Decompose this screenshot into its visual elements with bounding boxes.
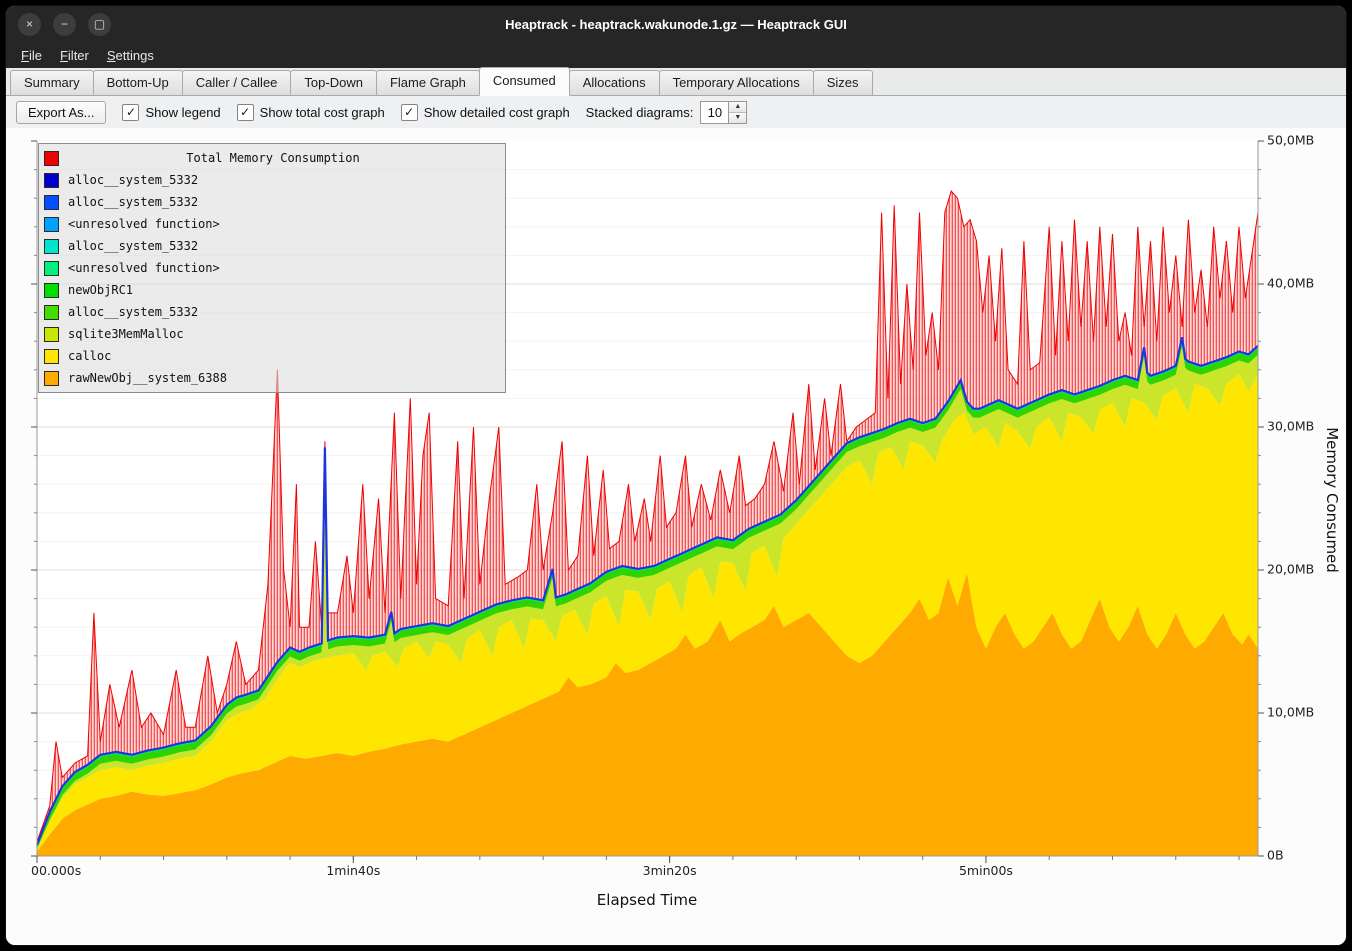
- legend-color-swatch: [44, 195, 59, 210]
- show-legend-checkbox[interactable]: ✓ Show legend: [122, 104, 220, 121]
- legend-entry: <unresolved function>: [44, 257, 500, 279]
- legend-entry: newObjRC1: [44, 279, 500, 301]
- y-tick-label: 30,0MB: [1267, 419, 1314, 434]
- tab-flame-graph[interactable]: Flame Graph: [376, 70, 480, 95]
- legend-color-swatch: [44, 327, 59, 342]
- legend-color-swatch: [44, 305, 59, 320]
- tab-summary[interactable]: Summary: [10, 70, 94, 95]
- legend-color-swatch: [44, 371, 59, 386]
- x-tick-label: 3min20s: [643, 863, 697, 878]
- spinbox-value[interactable]: 10: [700, 101, 729, 124]
- show-total-cost-label: Show total cost graph: [260, 105, 385, 120]
- minimize-icon: −: [61, 18, 68, 30]
- tab-bar: Summary Bottom-Up Caller / Callee Top-Do…: [6, 68, 1346, 96]
- legend-entry: <unresolved function>: [44, 213, 500, 235]
- menu-file[interactable]: File: [12, 45, 51, 66]
- menubar: File Filter Settings: [6, 42, 1346, 68]
- show-detailed-cost-checkbox[interactable]: ✓ Show detailed cost graph: [401, 104, 570, 121]
- legend-color-swatch: [44, 283, 59, 298]
- tab-top-down[interactable]: Top-Down: [290, 70, 377, 95]
- legend-entry: alloc__system_5332: [44, 235, 500, 257]
- tab-caller-callee[interactable]: Caller / Callee: [182, 70, 292, 95]
- chart-legend: Total Memory Consumption alloc__system_53…: [38, 143, 506, 393]
- legend-entry: alloc__system_5332: [44, 301, 500, 323]
- legend-entry-label: <unresolved function>: [68, 261, 220, 275]
- minimize-button[interactable]: −: [53, 13, 76, 36]
- legend-entry-label: alloc__system_5332: [68, 305, 198, 319]
- spinbox-up-icon[interactable]: ▲: [729, 102, 746, 113]
- legend-entry-label: newObjRC1: [68, 283, 133, 297]
- legend-title: Total Memory Consumption: [68, 151, 500, 165]
- legend-entry-label: alloc__system_5332: [68, 239, 198, 253]
- legend-entry: rawNewObj__system_6388: [44, 367, 500, 389]
- legend-entry-label: <unresolved function>: [68, 217, 220, 231]
- legend-entry: sqlite3MemMalloc: [44, 323, 500, 345]
- y-tick-label: 10,0MB: [1267, 705, 1314, 720]
- export-as-button[interactable]: Export As...: [16, 101, 106, 124]
- maximize-icon: ▢: [94, 18, 105, 30]
- menu-filter[interactable]: Filter: [51, 45, 98, 66]
- legend-color-swatch: [44, 349, 59, 364]
- show-legend-label: Show legend: [145, 105, 220, 120]
- legend-entry: alloc__system_5332: [44, 191, 500, 213]
- show-detailed-cost-label: Show detailed cost graph: [424, 105, 570, 120]
- maximize-button[interactable]: ▢: [88, 13, 111, 36]
- stacked-diagrams-group: Stacked diagrams: 10 ▲ ▼: [586, 101, 748, 124]
- x-tick-label: 1min40s: [326, 863, 380, 878]
- checkbox-check-icon: ✓: [237, 104, 254, 121]
- tab-sizes[interactable]: Sizes: [813, 70, 873, 95]
- y-tick-label: 40,0MB: [1267, 276, 1314, 291]
- menu-settings[interactable]: Settings: [98, 45, 163, 66]
- tab-allocations[interactable]: Allocations: [569, 70, 660, 95]
- legend-color-swatch: [44, 217, 59, 232]
- x-axis-title: Elapsed Time: [597, 891, 697, 909]
- checkbox-check-icon: ✓: [401, 104, 418, 121]
- legend-color-swatch: [44, 173, 59, 188]
- legend-title-row: Total Memory Consumption: [44, 147, 500, 169]
- x-tick-label: 5min00s: [959, 863, 1013, 878]
- legend-entry-label: alloc__system_5332: [68, 173, 198, 187]
- spinbox-down-icon[interactable]: ▼: [729, 113, 746, 123]
- tab-bottom-up[interactable]: Bottom-Up: [93, 70, 183, 95]
- legend-swatch-total: [44, 151, 59, 166]
- window-controls: × − ▢: [18, 13, 111, 36]
- legend-entry-label: alloc__system_5332: [68, 195, 198, 209]
- legend-entry-label: calloc: [68, 349, 111, 363]
- titlebar: × − ▢ Heaptrack - heaptrack.wakunode.1.g…: [6, 6, 1346, 42]
- legend-entry-label: rawNewObj__system_6388: [68, 371, 227, 385]
- close-icon: ×: [26, 18, 33, 30]
- x-tick-label: 00.000s: [31, 863, 81, 878]
- legend-color-swatch: [44, 261, 59, 276]
- window-title: Heaptrack - heaptrack.wakunode.1.gz — He…: [6, 17, 1346, 32]
- y-tick-label: 0B: [1267, 848, 1284, 863]
- show-total-cost-checkbox[interactable]: ✓ Show total cost graph: [237, 104, 385, 121]
- y-tick-label: 50,0MB: [1267, 133, 1314, 148]
- stacked-diagrams-label: Stacked diagrams:: [586, 105, 694, 120]
- tab-temporary-allocations[interactable]: Temporary Allocations: [659, 70, 814, 95]
- legend-entry: alloc__system_5332: [44, 169, 500, 191]
- tab-consumed[interactable]: Consumed: [479, 67, 570, 96]
- app-window: × − ▢ Heaptrack - heaptrack.wakunode.1.g…: [6, 6, 1346, 945]
- legend-entry: calloc: [44, 345, 500, 367]
- legend-color-swatch: [44, 239, 59, 254]
- close-button[interactable]: ×: [18, 13, 41, 36]
- legend-entry-label: sqlite3MemMalloc: [68, 327, 184, 341]
- y-axis-title: Memory Consumed: [1323, 427, 1341, 573]
- toolbar: Export As... ✓ Show legend ✓ Show total …: [6, 96, 1346, 128]
- checkbox-check-icon: ✓: [122, 104, 139, 121]
- consumed-chart-area: 0B 10,0MB 20,0MB 30,0MB 40,0MB 50,0MB 00.000s 1…: [6, 128, 1346, 945]
- stacked-diagrams-spinbox[interactable]: 10 ▲ ▼: [700, 101, 747, 124]
- y-tick-label: 20,0MB: [1267, 562, 1314, 577]
